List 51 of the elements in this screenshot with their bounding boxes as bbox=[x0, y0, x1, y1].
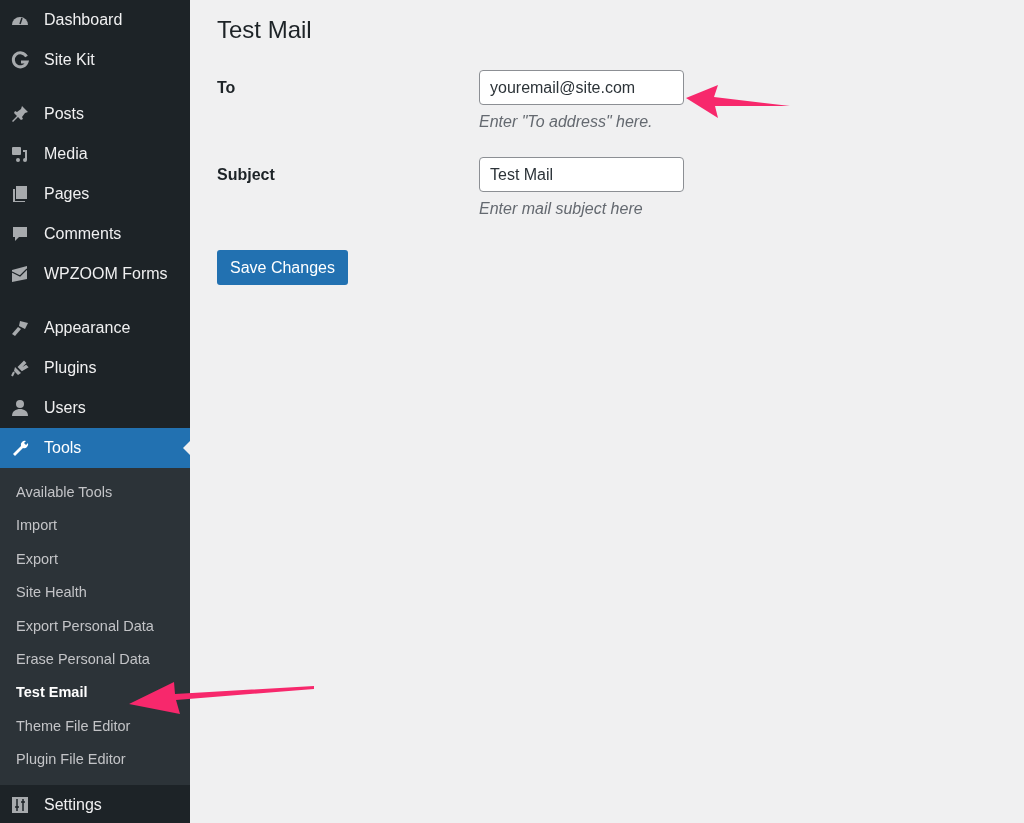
field-description: Enter "To address" here. bbox=[479, 113, 654, 131]
submenu-item[interactable]: Site Health bbox=[0, 576, 190, 610]
sliders-icon bbox=[10, 794, 30, 815]
pages-icon bbox=[10, 184, 30, 204]
comment-icon bbox=[10, 224, 30, 244]
menu-item-background[interactable]: Posts bbox=[0, 94, 190, 134]
menu-item-background[interactable]: Media bbox=[0, 134, 190, 174]
submenu-item[interactable]: Available Tools bbox=[0, 476, 190, 510]
menu-label: Comments bbox=[44, 225, 122, 243]
page-title: Test Mail bbox=[217, 16, 313, 44]
field-label: Subject bbox=[217, 165, 276, 185]
menu-item-background[interactable]: Comments bbox=[0, 214, 190, 254]
g-icon bbox=[10, 50, 30, 70]
user-icon bbox=[10, 398, 30, 418]
menu-label: Dashboard bbox=[44, 11, 123, 29]
menu-item-background[interactable]: Site Kit bbox=[0, 40, 190, 80]
media-icon bbox=[10, 144, 30, 164]
submenu-item[interactable]: Plugin File Editor bbox=[0, 743, 190, 777]
menu-label: Plugins bbox=[44, 359, 97, 377]
pin-icon bbox=[10, 104, 30, 124]
menu-item-background[interactable]: Settings bbox=[0, 784, 190, 823]
brush-icon bbox=[10, 318, 30, 338]
menu-label: Site Kit bbox=[44, 51, 95, 69]
menu-item-background[interactable]: Users bbox=[0, 388, 190, 428]
submenu-item[interactable]: Import bbox=[0, 509, 190, 543]
menu-item-background[interactable]: Plugins bbox=[0, 348, 190, 388]
menu-item-background[interactable]: Appearance bbox=[0, 308, 190, 348]
submenu-item[interactable]: Test Email bbox=[0, 676, 190, 710]
menu-item-background[interactable]: Dashboard bbox=[0, 0, 190, 40]
submenu-item[interactable]: Erase Personal Data bbox=[0, 642, 190, 677]
menu-label: Media bbox=[44, 145, 88, 163]
menu-label: Posts bbox=[44, 105, 84, 123]
field-label: To bbox=[217, 78, 237, 98]
menu-item-background[interactable]: Tools bbox=[0, 428, 190, 468]
input-field[interactable]: youremail@site.com bbox=[479, 70, 684, 105]
plug-icon bbox=[10, 358, 30, 378]
menu-label: Appearance bbox=[44, 319, 131, 337]
menu-item-background[interactable]: WPZOOM Forms bbox=[0, 254, 190, 294]
submenu-item[interactable]: Export bbox=[0, 542, 190, 577]
menu-label: WPZOOM Forms bbox=[44, 265, 168, 283]
mail-icon bbox=[10, 264, 30, 284]
menu-label: Settings bbox=[44, 795, 102, 814]
input-field[interactable]: Test Mail bbox=[479, 157, 684, 192]
submenu-item[interactable]: Export Personal Data bbox=[0, 609, 190, 643]
submenu-item[interactable]: Theme File Editor bbox=[0, 709, 190, 744]
menu-label: Tools bbox=[44, 439, 82, 457]
save-button[interactable]: Save Changes bbox=[217, 250, 348, 285]
menu-label: Users bbox=[44, 399, 86, 417]
menu-item-background[interactable]: Pages bbox=[0, 174, 190, 214]
menu-label: Pages bbox=[44, 185, 90, 203]
field-description: Enter mail subject here bbox=[479, 200, 644, 218]
